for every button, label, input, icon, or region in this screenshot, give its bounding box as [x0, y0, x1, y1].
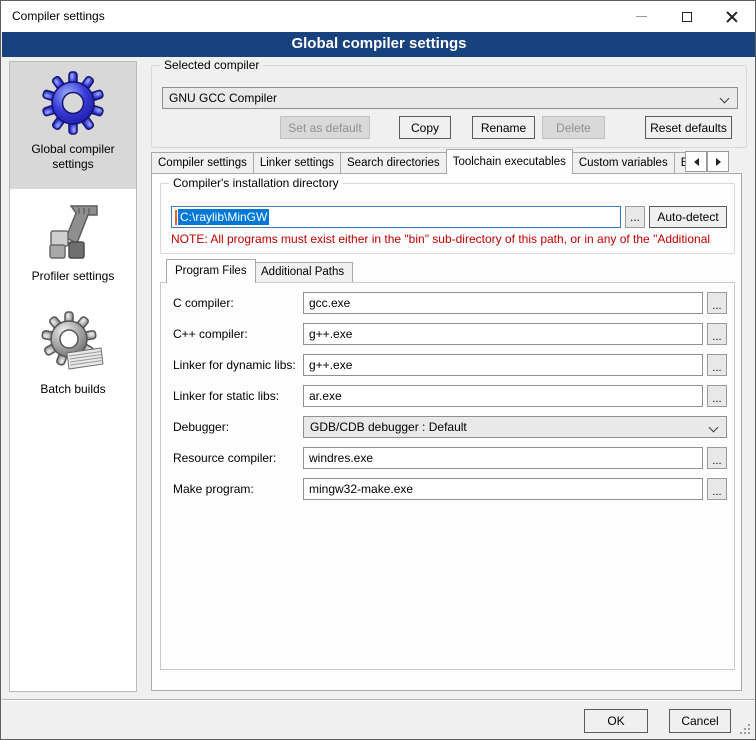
field-label: Make program:: [173, 478, 254, 500]
ok-button[interactable]: OK: [584, 709, 648, 733]
cancel-button[interactable]: Cancel: [669, 709, 731, 733]
subtab-program-files[interactable]: Program Files: [166, 259, 256, 283]
install-dir-input[interactable]: C:\raylib\MinGW: [171, 206, 621, 228]
window-title: Compiler settings: [12, 1, 105, 32]
subtab-additional-paths[interactable]: Additional Paths: [252, 262, 353, 282]
chevron-down-icon: [720, 94, 730, 104]
compiler-select-value: GNU GCC Compiler: [169, 91, 277, 105]
sidebar-item-batch-builds[interactable]: Batch builds: [10, 302, 136, 422]
group-label: Compiler's installation directory: [169, 176, 343, 190]
tab-toolchain-executables[interactable]: Toolchain executables: [446, 149, 573, 174]
browse-static-linker-button[interactable]: ...: [707, 385, 727, 407]
browse-dynamic-linker-button[interactable]: ...: [707, 354, 727, 376]
set-as-default-button: Set as default: [280, 116, 370, 139]
sidebar-item-label: Profiler settings: [18, 269, 128, 284]
page-title: Global compiler settings: [2, 32, 756, 57]
close-icon: [726, 11, 738, 23]
c-compiler-input[interactable]: [303, 292, 703, 314]
arrow-right-icon: [716, 158, 721, 166]
field-label: C++ compiler:: [173, 323, 248, 345]
field-label: Linker for static libs:: [173, 385, 279, 407]
copy-button[interactable]: Copy: [399, 116, 451, 139]
caliper-icon: [41, 198, 105, 262]
browse-c-compiler-button[interactable]: ...: [707, 292, 727, 314]
minimize-icon: [636, 16, 647, 17]
dynamic-linker-input[interactable]: [303, 354, 703, 376]
installation-directory-group: Compiler's installation directory C:\ray…: [160, 183, 735, 254]
make-program-input[interactable]: [303, 478, 703, 500]
resize-grip[interactable]: [740, 724, 750, 734]
chevron-down-icon: [709, 423, 719, 433]
rename-button[interactable]: Rename: [472, 116, 535, 139]
compiler-settings-dialog: Compiler settings Global compiler settin…: [0, 0, 756, 740]
browse-make-program-button[interactable]: ...: [707, 478, 727, 500]
field-label: Resource compiler:: [173, 447, 276, 469]
tab-search-directories[interactable]: Search directories: [340, 152, 447, 174]
tab-linker-settings[interactable]: Linker settings: [253, 152, 341, 174]
gear-stack-icon: [41, 311, 105, 375]
tab-scroll-left-button[interactable]: [685, 151, 707, 172]
tab-build[interactable]: Build: [674, 152, 685, 174]
sidebar-item-profiler-settings[interactable]: Profiler settings: [10, 189, 136, 302]
maximize-button[interactable]: [664, 1, 709, 32]
text-caret: [175, 210, 177, 225]
debugger-select-value: GDB/CDB debugger : Default: [310, 420, 467, 434]
browse-resource-compiler-button[interactable]: ...: [707, 447, 727, 469]
titlebar: Compiler settings: [1, 1, 755, 32]
maximize-icon: [682, 12, 692, 22]
settings-tabstrip: Compiler settings Linker settings Search…: [151, 149, 685, 174]
program-files-panel: C compiler: ... C++ compiler: ... Linker…: [160, 282, 735, 670]
install-dir-value: C:\raylib\MinGW: [178, 209, 269, 225]
sidebar-item-label: Batch builds: [18, 382, 128, 397]
group-label: Selected compiler: [160, 58, 263, 72]
minimize-button[interactable]: [619, 1, 664, 32]
resource-compiler-input[interactable]: [303, 447, 703, 469]
sidebar-item-global-compiler-settings[interactable]: Global compiler settings: [10, 62, 136, 189]
browse-cpp-compiler-button[interactable]: ...: [707, 323, 727, 345]
selected-compiler-group: Selected compiler GNU GCC Compiler Set a…: [151, 65, 747, 148]
reset-defaults-button[interactable]: Reset defaults: [645, 116, 732, 139]
field-label: Debugger:: [173, 416, 229, 438]
toolchain-executables-panel: Compiler's installation directory C:\ray…: [151, 173, 742, 691]
debugger-select[interactable]: GDB/CDB debugger : Default: [303, 416, 727, 438]
static-linker-input[interactable]: [303, 385, 703, 407]
note-text: NOTE: All programs must exist either in …: [171, 232, 727, 246]
field-label: C compiler:: [173, 292, 234, 314]
arrow-left-icon: [694, 158, 699, 166]
tab-scroll-right-button[interactable]: [707, 151, 729, 172]
auto-detect-button[interactable]: Auto-detect: [649, 206, 727, 228]
tab-custom-variables[interactable]: Custom variables: [572, 152, 675, 174]
tab-compiler-settings[interactable]: Compiler settings: [151, 152, 254, 174]
cpp-compiler-input[interactable]: [303, 323, 703, 345]
sidebar-item-label: Global compiler settings: [18, 142, 128, 172]
close-button[interactable]: [709, 1, 754, 32]
field-label: Linker for dynamic libs:: [173, 354, 296, 376]
delete-button: Delete: [542, 116, 605, 139]
compiler-select[interactable]: GNU GCC Compiler: [162, 87, 738, 109]
footer-separator: [2, 699, 756, 701]
browse-dir-button[interactable]: ...: [625, 206, 645, 228]
settings-category-list: Global compiler settings Profiler settin…: [9, 61, 137, 692]
gear-blue-icon: [41, 71, 105, 135]
